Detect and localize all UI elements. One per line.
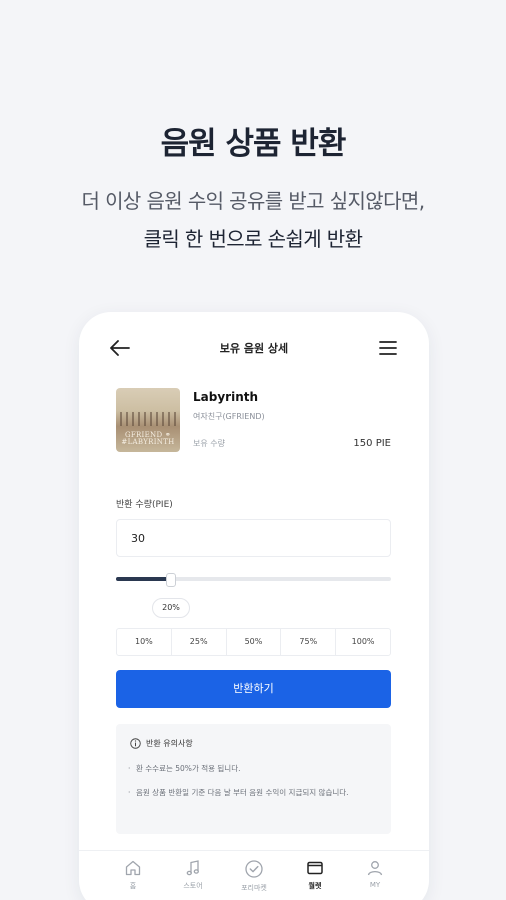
tab-wallet[interactable]: 월렛 — [285, 859, 345, 891]
bottom-tab-bar: 홈 스토어 포리마켓 월렛 MY — [79, 850, 429, 900]
album-cover: GFRIEND ⚭ #LABYRINTH — [116, 388, 180, 452]
notice-box: 반환 유의사항 환 수수료는 50%가 적용 됩니다. 음원 상품 반환일 기준… — [116, 724, 391, 834]
preset-75-button[interactable]: 75% — [281, 629, 337, 655]
hero-subtitle-line1: 더 이상 음원 수익 공유를 받고 싶지않다면, — [81, 189, 426, 213]
preset-100-button[interactable]: 100% — [336, 629, 390, 655]
hamburger-menu-icon[interactable] — [379, 340, 397, 356]
info-icon — [130, 738, 141, 749]
notice-title: 반환 유의사항 — [146, 739, 193, 748]
home-icon — [125, 860, 141, 876]
notice-header: 반환 유의사항 — [130, 738, 193, 749]
tab-label-market: 포리마켓 — [241, 884, 267, 892]
wallet-icon — [307, 861, 323, 875]
holding-label: 보유 수량 — [193, 439, 225, 448]
tab-store[interactable]: 스토어 — [163, 859, 223, 891]
return-submit-button[interactable]: 반환하기 — [116, 670, 391, 708]
album-cover-text-line2: #LABYRINTH — [121, 438, 175, 446]
holding-value: 150 PIE — [353, 438, 391, 449]
hero-subtitle: 더 이상 음원 수익 공유를 받고 싶지않다면, 클릭 한 번으로 손쉽게 반환 — [0, 182, 506, 258]
percent-slider[interactable] — [116, 573, 391, 587]
top-bar: 보유 음원 상세 — [79, 336, 429, 360]
hero-subtitle-line2: 클릭 한 번으로 손쉽게 반환 — [143, 227, 363, 251]
slider-fill — [116, 577, 171, 581]
tab-market[interactable]: 포리마켓 — [224, 859, 284, 893]
artist-name: 여자친구(GFRIEND) — [193, 412, 265, 421]
music-note-icon — [186, 860, 199, 876]
notice-item: 환 수수료는 50%가 적용 됩니다. — [128, 762, 376, 776]
tab-label-home: 홈 — [129, 882, 137, 890]
preset-25-button[interactable]: 25% — [172, 629, 227, 655]
user-icon — [367, 861, 383, 876]
check-badge-icon — [245, 860, 263, 878]
percent-presets: 10% 25% 50% 75% 100% — [116, 628, 391, 656]
tab-label-store: 스토어 — [183, 882, 203, 890]
preset-10-button[interactable]: 10% — [117, 629, 172, 655]
page-title: 보유 음원 상세 — [219, 342, 289, 355]
phone-screen: 보유 음원 상세 GFRIEND ⚭ #LABYRINTH Labyrinth … — [79, 312, 429, 900]
tab-home[interactable]: 홈 — [103, 859, 163, 891]
tab-my[interactable]: MY — [345, 859, 405, 889]
song-title: Labyrinth — [193, 390, 259, 404]
tab-label-my: MY — [369, 881, 381, 889]
quantity-label: 반환 수량(PIE) — [116, 500, 173, 510]
slider-thumb[interactable] — [166, 573, 176, 587]
hero-title: 음원 상품 반환 — [160, 126, 347, 162]
preset-50-button[interactable]: 50% — [227, 629, 282, 655]
tab-label-wallet: 월렛 — [308, 882, 322, 890]
notice-item: 음원 상품 반환일 기준 다음 날 부터 음원 수익이 지급되지 않습니다. — [128, 786, 376, 800]
slider-percent-label: 20% — [152, 598, 190, 618]
quantity-input[interactable] — [116, 519, 391, 557]
